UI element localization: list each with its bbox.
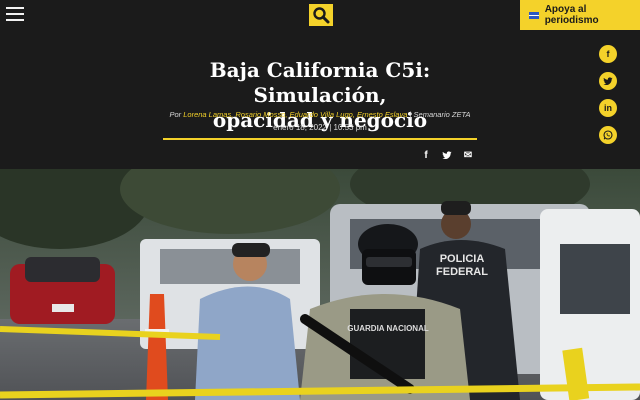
byline: Por Lorena Lamas, Rosario Mosso, Eduardo… [140,110,500,119]
article-title: Baja California C5i: Simulación, opacida… [140,58,500,133]
publication-name: | Semanario ZETA [409,110,471,119]
vest-label-guardia-nacional: GUARDIA NACIONAL [347,324,429,333]
linkedin-icon[interactable]: in [599,99,617,117]
article-hero-photo: POLICIA FEDERAL GUARDIA NACIONAL [0,169,640,400]
share-email-icon[interactable]: ✉ [462,148,474,162]
article-title-line-1: Baja California C5i: Simulación, [209,58,431,107]
share-twitter-icon[interactable] [441,148,453,162]
search-icon [313,7,330,24]
support-label: Apoya al periodismo [544,4,599,26]
social-sidebar: f in [599,45,617,153]
title-divider [163,138,477,140]
hero-photo-illustration: POLICIA FEDERAL GUARDIA NACIONAL [0,169,640,400]
share-bar: f ✉ [420,148,474,162]
vest-label-federal: FEDERAL [436,266,488,278]
twitter-icon[interactable] [599,72,617,90]
flag-icon [529,11,539,19]
share-facebook-icon[interactable]: f [420,148,432,162]
vest-label-policia: POLICIA [440,253,485,265]
whatsapp-icon[interactable] [599,126,617,144]
top-bar: Apoya al periodismo [0,0,640,30]
publish-date: enero 18, 2022 | 10:53 pm [273,123,367,132]
support-journalism-button[interactable]: Apoya al periodismo [520,0,640,30]
byline-prefix: Por [169,110,182,119]
author-links[interactable]: Lorena Lamas, Rosario Mosso, Eduardo Vil… [183,110,407,119]
facebook-icon[interactable]: f [599,45,617,63]
search-button[interactable] [309,4,333,26]
hamburger-icon[interactable] [6,7,24,21]
